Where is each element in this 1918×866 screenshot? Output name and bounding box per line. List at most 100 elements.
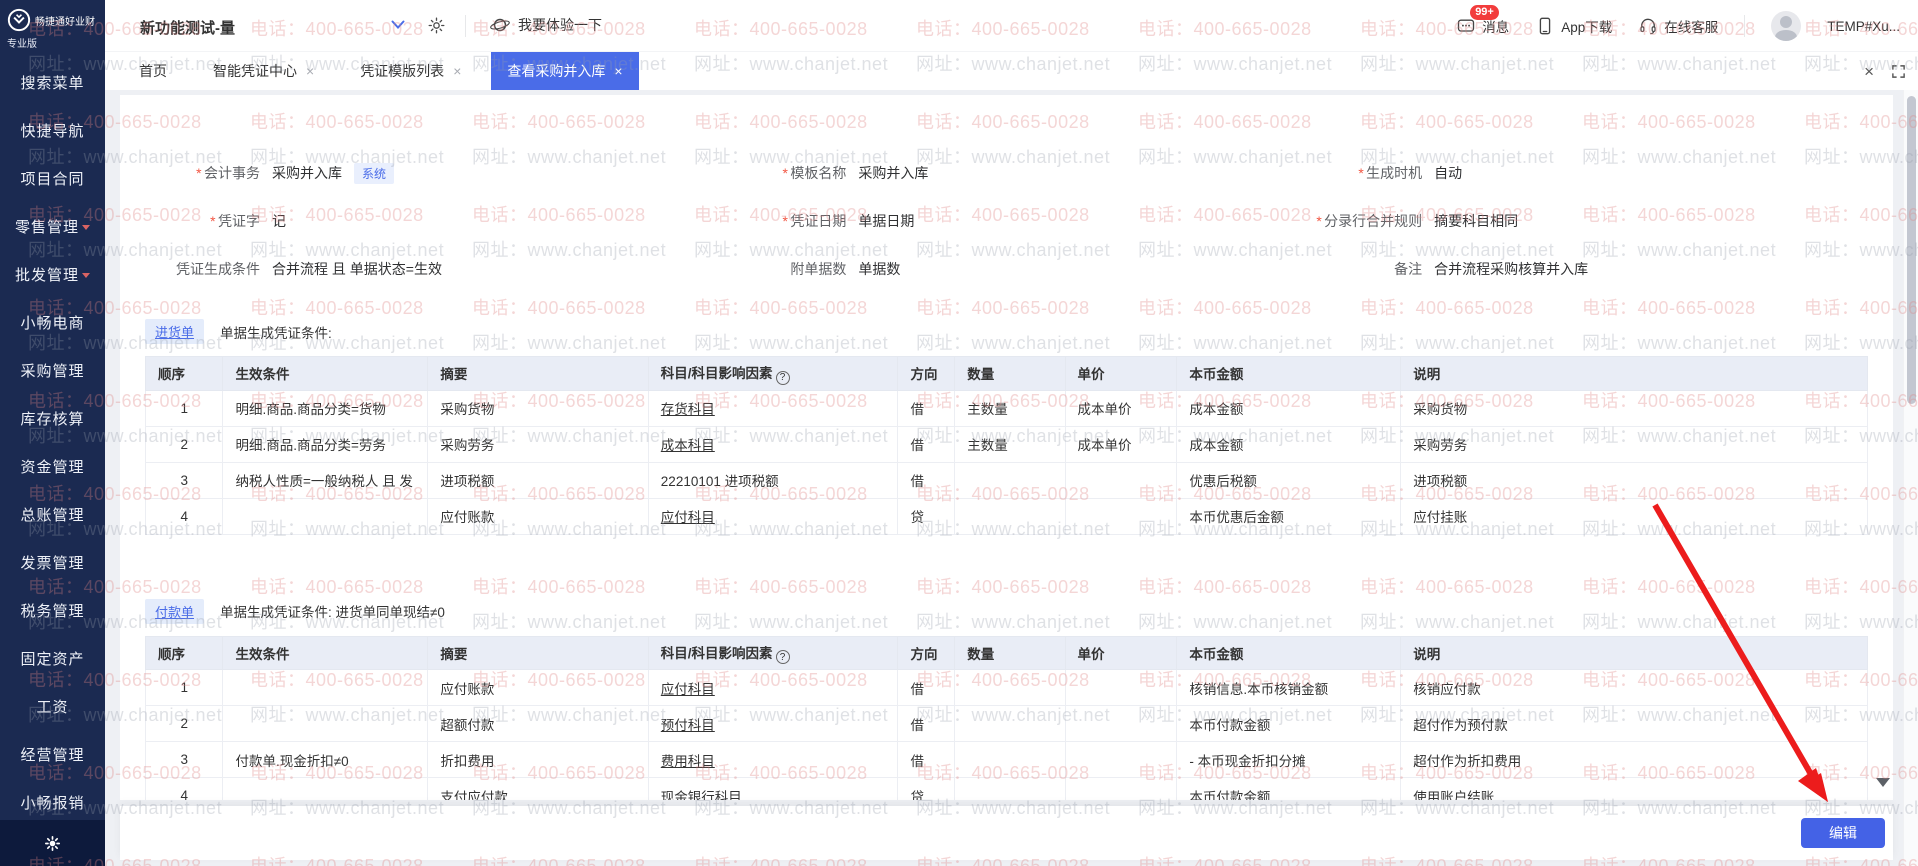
help-icon[interactable]: ? [776,650,790,664]
support-label: 在线客服 [1664,16,1718,36]
edit-button[interactable]: 编辑 [1801,818,1885,848]
tab-close-icon[interactable]: × [306,64,314,78]
tab-close-icon[interactable]: × [614,64,622,78]
table-cell: 2 [146,426,223,462]
support-button[interactable]: 在线客服 [1638,16,1718,36]
close-icon[interactable]: × [1864,63,1874,80]
table-cell: 采购货物 [428,390,648,426]
sidebar-item-快捷导航[interactable]: 快捷导航 [0,106,105,154]
sidebar-item-库存核算[interactable]: 库存核算 [0,394,105,442]
sidebar-item-资金管理[interactable]: 资金管理 [0,442,105,490]
section-header: 付款单单据生成凭证条件: 进货单同单现结≠0 [145,599,1868,624]
sidebar-item-零售管理[interactable]: 零售管理 [0,202,105,250]
chevron-down-icon [82,273,90,278]
settings-icon[interactable] [44,835,61,852]
tab-查看采购并入库[interactable]: 查看采购并入库× [491,52,638,90]
field-label: *生成时机 [1282,163,1422,183]
scroll-down-arrow-icon[interactable] [1876,778,1890,787]
tab-close-icon[interactable]: × [453,64,461,78]
topbar-left: 新功能测试-量 我要体验一下 [105,0,805,52]
sidebar-item-总账管理[interactable]: 总账管理 [0,490,105,538]
avatar[interactable] [1771,11,1801,41]
table-cell: 本币付款金额 [1177,778,1401,801]
table-cell: 核销信息.本币核销金额 [1177,670,1401,706]
table-cell [1065,742,1177,778]
table-cell [955,706,1065,742]
main-content: *会计事务采购并入库系统*模板名称采购并入库*生成时机自动*凭证字记*凭证日期单… [105,90,1918,866]
tab-首页[interactable]: 首页 [123,52,183,90]
planet-icon [489,14,511,36]
sidebar-item-固定资产[interactable]: 固定资产 [0,634,105,682]
column-header-数量: 数量 [955,636,1065,670]
column-header-科目/科目影响因素: 科目/科目影响因素? [648,357,898,391]
table-cell: 3 [146,462,223,498]
table-cell: 2 [146,706,223,742]
footer-action-bar: 编辑 [120,806,1893,860]
current-user[interactable]: TEMP#Xu... [1827,19,1900,34]
table-cell: 3 [146,742,223,778]
sidebar-item-项目合同[interactable]: 项目合同 [0,154,105,202]
table-cell: 应付科目 [648,670,898,706]
subject-link[interactable]: 应付科目 [661,682,715,697]
app-download-button[interactable]: App下载 [1535,16,1612,36]
experience-link[interactable]: 我要体验一下 [489,14,602,36]
doc-type-chip[interactable]: 付款单 [145,599,204,624]
subject-link[interactable]: 费用科目 [661,754,715,769]
experience-label: 我要体验一下 [518,15,602,35]
field-label: 备注 [1282,259,1422,279]
system-tag: 系统 [354,163,394,184]
subject-link[interactable]: 应付科目 [661,510,715,525]
form-field-凭证日期: *凭证日期单据日期 [696,197,1282,245]
topbar-divider [465,15,466,37]
sidebar-item-label: 工资 [36,696,68,717]
table-cell: 纳税人性质=一般纳税人 且 发 [223,462,428,498]
section-condition: 单据生成凭证条件: [220,322,332,342]
sidebar: 畅捷通好业财 专业版 搜索菜单快捷导航项目合同零售管理批发管理小畅电商采购管理库… [0,0,105,866]
subject-link[interactable]: 预付科目 [661,718,715,733]
table-cell: 支付应付款 [428,778,648,801]
sidebar-item-小畅报销[interactable]: 小畅报销 [0,778,105,826]
column-header-数量: 数量 [955,357,1065,391]
sidebar-item-采购管理[interactable]: 采购管理 [0,346,105,394]
help-icon[interactable]: ? [776,371,790,385]
voucher-rules-table: 顺序生效条件摘要科目/科目影响因素?方向数量单价本币金额说明1明细.商品.商品分… [145,356,1868,535]
company-selector[interactable]: 新功能测试-量 [140,17,235,38]
field-value: 合并流程采购核算并入库 [1434,259,1588,279]
fullscreen-icon[interactable] [1891,64,1906,79]
field-value: 采购并入库 [858,163,928,183]
table-row: 2明细.商品.商品分类=劳务采购劳务成本科目借主数量成本单价成本金额采购劳务 [146,426,1868,462]
sidebar-item-批发管理[interactable]: 批发管理 [0,250,105,298]
sidebar-item-搜索菜单[interactable]: 搜索菜单 [0,58,105,106]
doc-type-chip[interactable]: 进货单 [145,319,204,344]
app-logo[interactable]: 畅捷通好业财 [0,0,105,33]
table-cell: 应付挂账 [1401,498,1868,534]
scrollbar-thumb[interactable] [1907,96,1916,404]
table-cell: 预付科目 [648,706,898,742]
table-cell [1065,778,1177,801]
sidebar-item-经营管理[interactable]: 经营管理 [0,730,105,778]
sidebar-item-label: 项目合同 [20,168,84,189]
subject-link[interactable]: 存货科目 [661,402,715,417]
sidebar-item-小畅电商[interactable]: 小畅电商 [0,298,105,346]
subject-link[interactable]: 成本科目 [661,438,715,453]
tab-智能凭证中心[interactable]: 智能凭证中心× [197,52,330,90]
sidebar-item-工资[interactable]: 工资 [0,682,105,730]
field-label: 附单据数 [696,259,846,279]
tab-label: 首页 [139,61,167,81]
vertical-scrollbar[interactable] [1903,90,1918,866]
messages-button[interactable]: 消息 99+ [1456,16,1509,36]
table-cell: 借 [898,462,955,498]
sidebar-item-发票管理[interactable]: 发票管理 [0,538,105,586]
table-cell: - 本币现金折扣分摊 [1177,742,1401,778]
form-field-生成时机: *生成时机自动 [1282,149,1868,197]
field-label: *分录行合并规则 [1282,211,1422,231]
required-asterisk: * [1316,213,1321,229]
table-row: 3付款单.现金折扣≠0折扣费用费用科目借- 本币现金折扣分摊超付作为折扣费用 [146,742,1868,778]
subject-link[interactable]: 现金银行科目 [661,790,742,801]
chevron-down-icon[interactable] [391,20,405,30]
sidebar-item-税务管理[interactable]: 税务管理 [0,586,105,634]
gear-icon[interactable] [427,16,446,35]
table-cell [223,778,428,801]
tab-凭证模版列表[interactable]: 凭证模版列表× [344,52,477,90]
table-row: 1明细.商品.商品分类=货物采购货物存货科目借主数量成本单价成本金额采购货物 [146,390,1868,426]
